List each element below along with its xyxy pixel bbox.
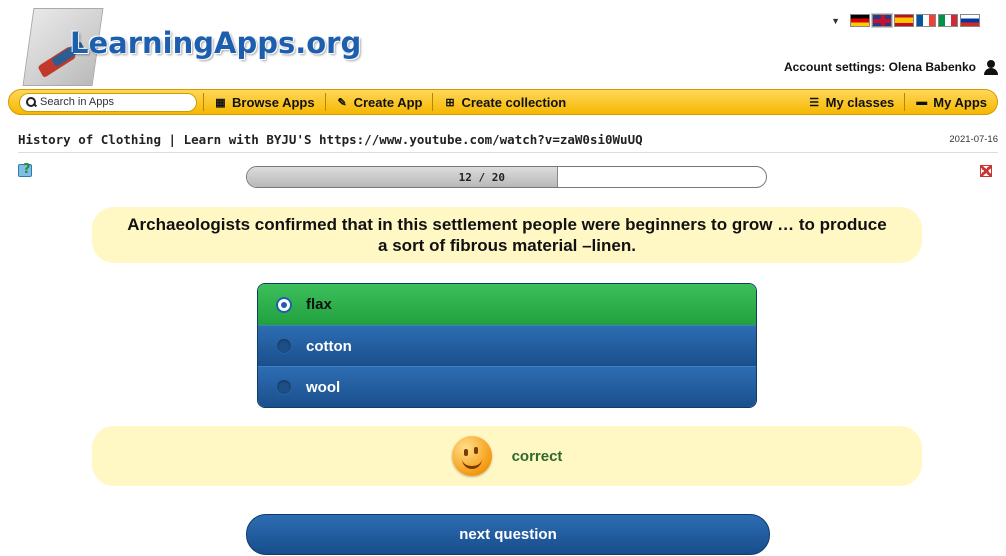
account-label: Account settings: Olena Babenko — [783, 60, 976, 74]
app-date: 2021-07-16 — [949, 134, 998, 145]
feedback-panel: correct — [92, 426, 922, 486]
progress-bar: 12 / 20 — [246, 166, 767, 188]
flag-en-icon[interactable] — [871, 13, 893, 28]
list-icon: ☰ — [809, 96, 820, 109]
folder-icon: ▬ — [916, 96, 928, 108]
question-mark: ? — [23, 162, 31, 177]
my-apps-label: My Apps — [933, 94, 987, 110]
search-input[interactable] — [40, 96, 190, 108]
browse-apps-label: Browse Apps — [232, 94, 315, 110]
language-selector: ▼ — [831, 13, 980, 28]
my-classes-link[interactable]: ☰ My classes — [798, 90, 905, 114]
answer-option-wool[interactable]: wool — [258, 366, 756, 407]
flag-ru-icon[interactable] — [960, 14, 980, 27]
answer-options: flax cotton wool — [257, 283, 757, 408]
search-box[interactable] — [19, 92, 197, 112]
dropdown-arrow-icon[interactable]: ▼ — [831, 16, 840, 26]
search-icon — [26, 97, 36, 107]
account-settings-link[interactable]: Account settings: Olena Babenko — [783, 60, 998, 75]
grid-icon: ▦ — [215, 96, 226, 109]
smiley-icon — [451, 436, 492, 476]
app-title-row: History of Clothing | Learn with BYJU'S … — [18, 132, 998, 147]
help-icon[interactable]: ? — [18, 162, 36, 180]
flag-it-icon[interactable] — [938, 14, 958, 27]
answer-option-cotton[interactable]: cotton — [258, 325, 756, 366]
flag-de-icon[interactable] — [850, 14, 870, 27]
create-collection-link[interactable]: ⊞ Create collection — [433, 90, 576, 114]
logo[interactable]: LearningApps.org — [18, 8, 361, 90]
pencil-icon: ✎ — [337, 96, 347, 109]
user-icon — [984, 60, 998, 75]
browse-apps-link[interactable]: ▦ Browse Apps — [204, 90, 325, 114]
answer-option-flax[interactable]: flax — [258, 284, 756, 325]
logo-text: LearningApps.org — [70, 26, 362, 60]
feedback-text: correct — [511, 447, 563, 465]
radio-selected-icon[interactable] — [276, 296, 292, 313]
flag-fr-icon[interactable] — [916, 14, 936, 27]
title-divider — [18, 152, 998, 153]
radio-icon[interactable] — [276, 338, 292, 354]
next-question-button[interactable]: next question — [246, 514, 770, 555]
fullscreen-icon[interactable] — [980, 165, 992, 177]
create-collection-label: Create collection — [461, 94, 567, 110]
create-app-link[interactable]: ✎ Create App — [326, 90, 433, 114]
create-app-label: Create App — [353, 94, 423, 110]
option-label: cotton — [306, 337, 352, 355]
question-text: Archaeologists confirmed that in this se… — [92, 207, 922, 263]
collection-icon: ⊞ — [445, 96, 455, 109]
nav-right-group: ☰ My classes ▬ My Apps — [798, 90, 997, 114]
progress-label: 12 / 20 — [458, 170, 505, 184]
app-title: History of Clothing | Learn with BYJU'S … — [18, 132, 643, 147]
my-apps-link[interactable]: ▬ My Apps — [905, 90, 997, 114]
flag-es-icon[interactable] — [894, 14, 914, 27]
option-label: wool — [306, 378, 341, 396]
option-label: flax — [306, 296, 332, 313]
main-navbar: ▦ Browse Apps ✎ Create App ⊞ Create coll… — [8, 89, 998, 115]
radio-icon[interactable] — [276, 379, 292, 395]
my-classes-label: My classes — [825, 94, 895, 110]
